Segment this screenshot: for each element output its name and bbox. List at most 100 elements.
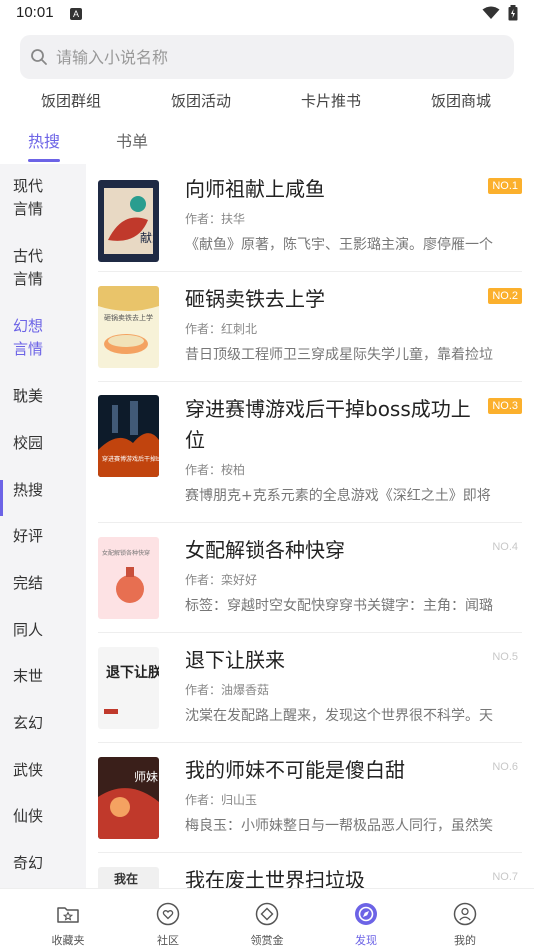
sidebar-item-fantasy[interactable]: 奇幻	[13, 852, 73, 875]
notification-icon: A	[70, 8, 82, 20]
book-title: 我在废土世界扫垃圾	[185, 868, 365, 888]
sidebar-item-apocalypse[interactable]: 末世	[13, 665, 73, 688]
book-item[interactable]: 退下让朕来 退下让朕来 NO.5 作者：油爆香菇 沈棠在发配路上醒来，发现这个世…	[98, 633, 522, 743]
book-item[interactable]: 我在 我在废土世界扫垃圾 NO.7	[98, 853, 522, 888]
sidebar-item-label: 奇幻	[13, 854, 44, 872]
rank-badge: NO.6	[492, 761, 518, 773]
cover-title: 砸锅卖铁去上学	[104, 313, 153, 322]
cover-title: 退下让朕来	[106, 664, 159, 681]
nav-label: 领赏金	[250, 934, 284, 947]
nav-reward[interactable]: 领赏金	[227, 901, 307, 948]
book-cover: 师妹	[98, 757, 159, 839]
quick-links: 饭团群组 饭团活动 卡片推书 饭团商城	[0, 86, 534, 114]
rank-badge: NO.4	[492, 541, 518, 553]
nav-community[interactable]: 社区	[128, 901, 208, 948]
book-author: 作者：桉柏	[185, 463, 246, 477]
discover-compass-icon	[355, 903, 377, 925]
nav-label: 社区	[157, 934, 179, 947]
sidebar-item-label: 好评	[13, 527, 44, 545]
book-description: 梅良玉：小师妹整日与一帮极品恶人同行，虽然笑	[185, 818, 493, 834]
rank-badge: NO.3	[488, 398, 522, 414]
sidebar-item-good-reviews[interactable]: 好评	[13, 525, 73, 548]
book-cover: 退下让朕来	[98, 647, 159, 729]
cover-title: 献鱼	[140, 230, 159, 245]
cover-title: 女配解锁各种快穿	[102, 549, 150, 557]
sidebar-active-indicator	[0, 480, 3, 516]
sidebar-item-label: 现代 言情	[13, 177, 44, 218]
cover-title: 师妹	[134, 770, 158, 784]
book-author: 作者：归山玉	[185, 793, 258, 807]
book-description: 《献鱼》原著，陈飞宇、王影璐主演。廖停雁一个	[185, 237, 493, 253]
book-description: 沈棠在发配路上醒来，发现这个世界很不科学。天	[185, 708, 493, 724]
wifi-icon	[482, 6, 500, 19]
sidebar-item-label: 幻想 言情	[13, 317, 44, 358]
quick-link-group[interactable]: 饭团群组	[41, 90, 101, 111]
quick-link-card-recommend[interactable]: 卡片推书	[301, 90, 361, 111]
status-time: 10:01	[16, 4, 54, 21]
book-author: 作者：红刺北	[185, 322, 258, 336]
category-sidebar: 现代 言情 古代 言情 幻想 言情 耽美 校园 热搜 好评 完结 同人 末世 玄幻 武…	[0, 164, 86, 888]
book-author: 作者：扶华	[185, 212, 246, 226]
search-input[interactable]	[56, 47, 476, 67]
sidebar-item-label: 末世	[13, 667, 44, 685]
sidebar-item-label: 玄幻	[13, 714, 44, 732]
sidebar-item-fanfic[interactable]: 同人	[13, 619, 73, 642]
sidebar-item-hot[interactable]: 热搜	[13, 479, 73, 502]
sidebar-item-label: 武侠	[13, 761, 44, 779]
book-cover: 穿进赛博游戏后干掉boss成功上位	[98, 395, 159, 477]
sidebar-item-xuanhuan[interactable]: 玄幻	[13, 712, 73, 735]
tab-hot-search[interactable]: 热搜	[28, 128, 60, 152]
nav-label: 我的	[454, 934, 476, 947]
book-author: 作者：栾好好	[185, 573, 258, 587]
sidebar-item-label: 校园	[13, 434, 44, 452]
nav-favorites[interactable]: 收藏夹	[28, 901, 108, 948]
status-bar: 10:01 A	[0, 0, 534, 28]
book-title: 穿进赛博游戏后干掉boss成功上位	[185, 397, 471, 452]
tab-book-list[interactable]: 书单	[116, 128, 148, 152]
battery-icon	[508, 5, 518, 21]
book-item[interactable]: 砸锅卖铁去上学 砸锅卖铁去上学 NO.2 作者：红刺北 昔日顶级工程师卫三穿成星…	[98, 272, 522, 382]
tab-bar: 热搜 书单	[0, 124, 534, 162]
book-title: 砸锅卖铁去上学	[185, 287, 325, 311]
nav-profile[interactable]: 我的	[425, 901, 505, 948]
community-heart-icon	[156, 902, 180, 926]
cover-title: 穿进赛博游戏后干掉boss成功上位	[102, 455, 159, 463]
book-description: 标签：穿越时空女配快穿穿书关键字：主角：闻璐	[185, 598, 493, 614]
rank-badge: NO.2	[488, 288, 522, 304]
rank-badge: NO.1	[488, 178, 522, 194]
sidebar-item-xianxia[interactable]: 仙侠	[13, 805, 73, 828]
sidebar-item-wuxia[interactable]: 武侠	[13, 759, 73, 782]
profile-person-icon	[453, 902, 477, 926]
status-icons	[482, 5, 518, 21]
sidebar-item-ancient-romance[interactable]: 古代 言情	[13, 245, 73, 291]
sidebar-item-label: 同人	[13, 621, 44, 639]
book-item[interactable]: 女配解锁各种快穿 女配解锁各种快穿 NO.4 作者：栾好好 标签：穿越时空女配快…	[98, 523, 522, 633]
book-list: 献鱼 向师祖献上咸鱼 NO.1 作者：扶华 《献鱼》原著，陈飞宇、王影璐主演。廖…	[86, 164, 534, 888]
book-item[interactable]: 献鱼 向师祖献上咸鱼 NO.1 作者：扶华 《献鱼》原著，陈飞宇、王影璐主演。廖…	[98, 164, 522, 272]
book-description: 赛博朋克+克系元素的全息游戏《深红之土》即将	[185, 488, 491, 504]
nav-discover[interactable]: 发现	[326, 901, 406, 948]
sidebar-item-label: 古代 言情	[13, 247, 44, 288]
book-cover: 女配解锁各种快穿	[98, 537, 159, 619]
sidebar-item-danmei[interactable]: 耽美	[13, 385, 73, 408]
book-title: 退下让朕来	[185, 648, 285, 672]
search-bar[interactable]	[20, 35, 514, 79]
sidebar-item-completed[interactable]: 完结	[13, 572, 73, 595]
quick-link-activity[interactable]: 饭团活动	[171, 90, 231, 111]
bottom-nav: 收藏夹 社区 领赏金 发现 我的	[0, 888, 534, 950]
sidebar-item-fantasy-romance[interactable]: 幻想 言情	[13, 315, 73, 361]
book-item[interactable]: 穿进赛博游戏后干掉boss成功上位 穿进赛博游戏后干掉boss成功上位 NO.3…	[98, 382, 522, 523]
book-title: 女配解锁各种快穿	[185, 538, 345, 562]
sidebar-item-modern-romance[interactable]: 现代 言情	[13, 175, 73, 221]
quick-link-mall[interactable]: 饭团商城	[431, 90, 491, 111]
reward-diamond-icon	[255, 902, 279, 926]
book-title: 向师祖献上咸鱼	[185, 177, 325, 201]
search-icon	[31, 49, 47, 65]
book-title: 我的师妹不可能是傻白甜	[185, 758, 405, 782]
sidebar-item-label: 耽美	[13, 387, 44, 405]
sidebar-item-label: 仙侠	[13, 807, 44, 825]
book-item[interactable]: 师妹 我的师妹不可能是傻白甜 NO.6 作者：归山玉 梅良玉：小师妹整日与一帮极…	[98, 743, 522, 853]
sidebar-item-label: 完结	[13, 574, 44, 592]
book-cover: 砸锅卖铁去上学	[98, 286, 159, 368]
sidebar-item-campus[interactable]: 校园	[13, 432, 73, 455]
